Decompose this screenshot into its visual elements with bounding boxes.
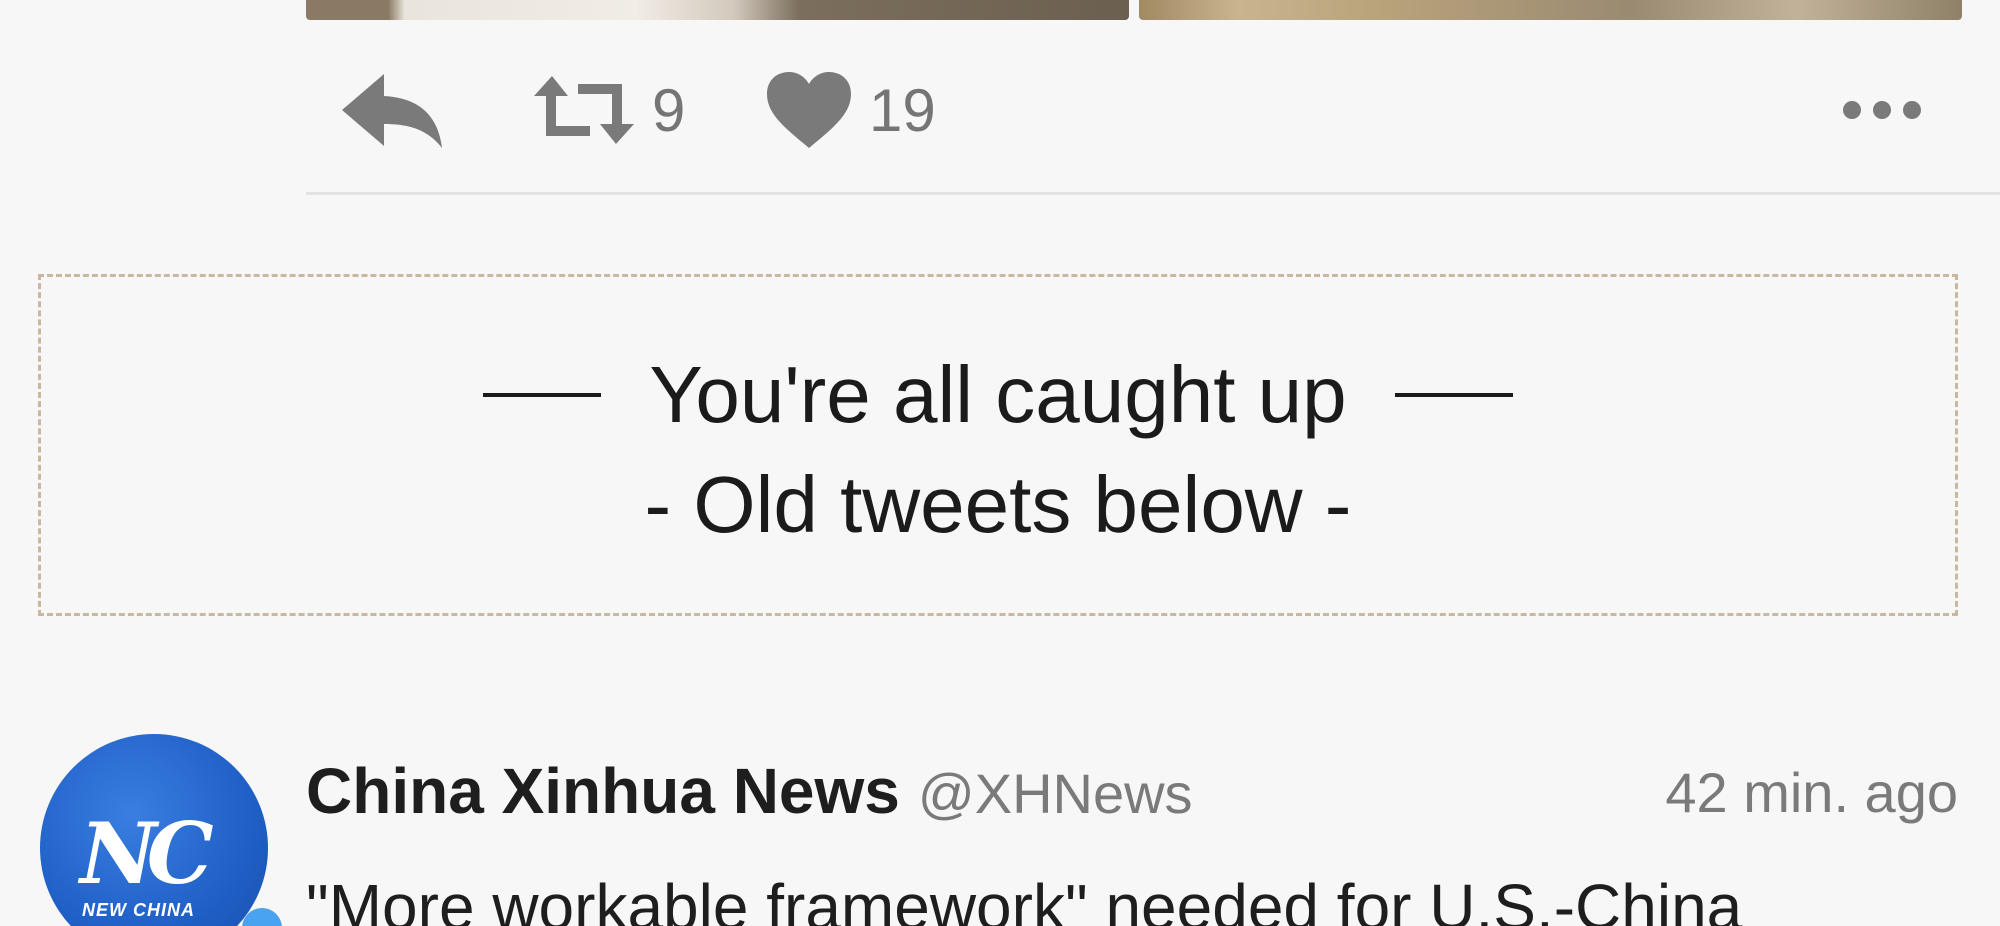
tweet-timestamp: 42 min. ago [1665,761,1958,824]
divider-dash [1394,392,1513,397]
avatar[interactable]: NC NEW CHINA [40,734,268,926]
tweet-media-image[interactable] [1139,0,1962,20]
more-options-button[interactable] [1842,62,1922,158]
tweet-text: "More workable framework" needed for U.S… [306,871,1743,926]
tweet-item[interactable]: NC NEW CHINA China Xinhua News @XHNews 42… [0,720,2000,926]
avatar-caption: NEW CHINA [82,900,195,920]
timeline: 9 19 You're all caught up - Old tweets b… [0,0,2000,926]
retweet-button[interactable]: 9 [532,62,685,158]
reply-icon [342,74,442,148]
caught-up-title: You're all caught up [649,350,1347,439]
reply-button[interactable] [340,62,444,158]
author-handle: @XHNews [917,762,1193,825]
author-name: China Xinhua News [306,755,900,827]
retweet-icon [534,76,634,144]
tweet-divider [306,192,2000,195]
divider-dash [483,392,602,397]
tweet-author[interactable]: China Xinhua News @XHNews [306,754,1193,828]
more-icon [1843,101,1921,119]
avatar-logo-text: NC [80,804,214,903]
tweet-media-strip [306,0,1962,20]
caught-up-title-row: You're all caught up [41,355,1955,435]
tweet-media-image[interactable] [306,0,1129,20]
caught-up-banner: You're all caught up - Old tweets below … [38,274,1958,616]
caught-up-subtitle: - Old tweets below - [644,460,1352,549]
heart-icon [767,72,851,148]
like-button[interactable]: 19 [765,62,936,158]
like-count: 19 [869,76,936,144]
retweet-count: 9 [652,76,686,144]
tweet-action-bar: 9 19 [340,62,1922,158]
